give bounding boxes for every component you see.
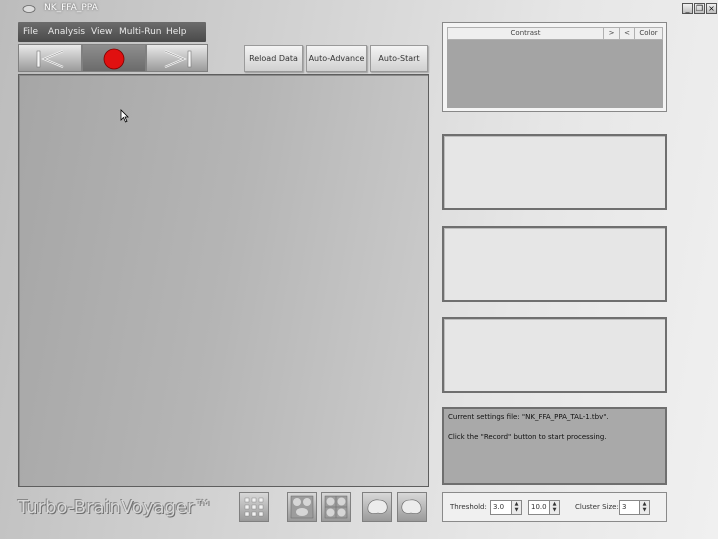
grid-dots-icon (244, 497, 264, 517)
threshold-min-value: 3.0 (493, 503, 505, 511)
brain-right-icon (401, 499, 422, 514)
spin-arrows[interactable]: ▲ ▼ (511, 501, 521, 514)
skip-back-icon (36, 49, 64, 69)
info-log-panel: Current settings file: "NK_FFA_PPA_TAL-1… (442, 407, 667, 485)
threshold-label: Threshold: (450, 503, 487, 511)
record-hint-message: Click the "Record" button to start proce… (448, 433, 607, 441)
minimize-button[interactable]: _ (682, 3, 693, 14)
less-column-header[interactable]: < (620, 28, 635, 39)
brain-left-icon (367, 499, 388, 514)
greater-column-header[interactable]: > (604, 28, 620, 39)
menu-file[interactable]: File (23, 22, 38, 42)
auto-start-button[interactable]: Auto-Start (370, 45, 428, 72)
spin-arrows[interactable]: ▲ ▼ (639, 501, 649, 514)
main-view[interactable] (18, 74, 429, 487)
time-course-panel-3 (442, 317, 667, 393)
time-course-panel-1 (442, 134, 667, 210)
settings-file-message: Current settings file: "NK_FFA_PPA_TAL-1… (448, 413, 609, 421)
brain-slices-icon (290, 495, 314, 519)
contrast-list[interactable] (447, 40, 663, 108)
contrast-column-header[interactable]: Contrast (448, 28, 604, 39)
auto-advance-button[interactable]: Auto-Advance (306, 45, 367, 72)
threshold-max-value: 10.0 (531, 503, 547, 511)
contrast-panel: Contrast > < Color (442, 22, 667, 112)
time-course-panel-2 (442, 226, 667, 302)
go-to-end-button[interactable] (146, 44, 208, 72)
skip-forward-icon (164, 49, 192, 69)
slice-view-button[interactable] (287, 492, 317, 522)
color-column-header[interactable]: Color (635, 28, 662, 39)
cluster-size-label: Cluster Size: (575, 503, 619, 511)
restore-button[interactable]: ❐ (694, 3, 705, 14)
go-to-start-button[interactable] (18, 44, 82, 72)
app-logo: Turbo-BrainVoyager™ (18, 497, 213, 518)
threshold-max-spinbox[interactable]: 10.0 ▲ ▼ (528, 500, 560, 515)
menu-help[interactable]: Help (166, 22, 187, 42)
reload-data-button[interactable]: Reload Data (244, 45, 303, 72)
grid-view-button[interactable] (239, 492, 269, 522)
menu-multi-run[interactable]: Multi-Run (119, 22, 162, 42)
cluster-size-value: 3 (622, 503, 627, 511)
multi-slice-view-button[interactable] (321, 492, 351, 522)
threshold-panel: Threshold: 3.0 ▲ ▼ 10.0 ▲ ▼ Cluster Size: … (442, 492, 667, 522)
surface-left-view-button[interactable] (362, 492, 392, 522)
spin-arrows[interactable]: ▲ ▼ (549, 501, 559, 514)
record-button[interactable] (82, 44, 146, 72)
menu-view[interactable]: View (91, 22, 112, 42)
menu-analysis[interactable]: Analysis (48, 22, 85, 42)
spin-down-icon[interactable]: ▼ (640, 507, 649, 513)
cluster-size-spinbox[interactable]: 3 ▲ ▼ (619, 500, 650, 515)
surface-right-view-button[interactable] (397, 492, 427, 522)
spin-down-icon[interactable]: ▼ (550, 507, 559, 513)
brain-quad-icon (324, 495, 348, 519)
close-button[interactable]: × (706, 3, 717, 14)
title-bar: NK_FFA_PPA _ ❐ × (0, 0, 718, 18)
window-title: NK_FFA_PPA (44, 3, 98, 13)
threshold-min-spinbox[interactable]: 3.0 ▲ ▼ (490, 500, 522, 515)
menu-bar: File Analysis View Multi-Run Help (18, 22, 206, 42)
record-icon (103, 48, 125, 70)
brain-icon (22, 5, 36, 13)
contrast-table-header: Contrast > < Color (447, 27, 663, 40)
spin-down-icon[interactable]: ▼ (512, 507, 521, 513)
mouse-cursor-icon (120, 109, 129, 123)
